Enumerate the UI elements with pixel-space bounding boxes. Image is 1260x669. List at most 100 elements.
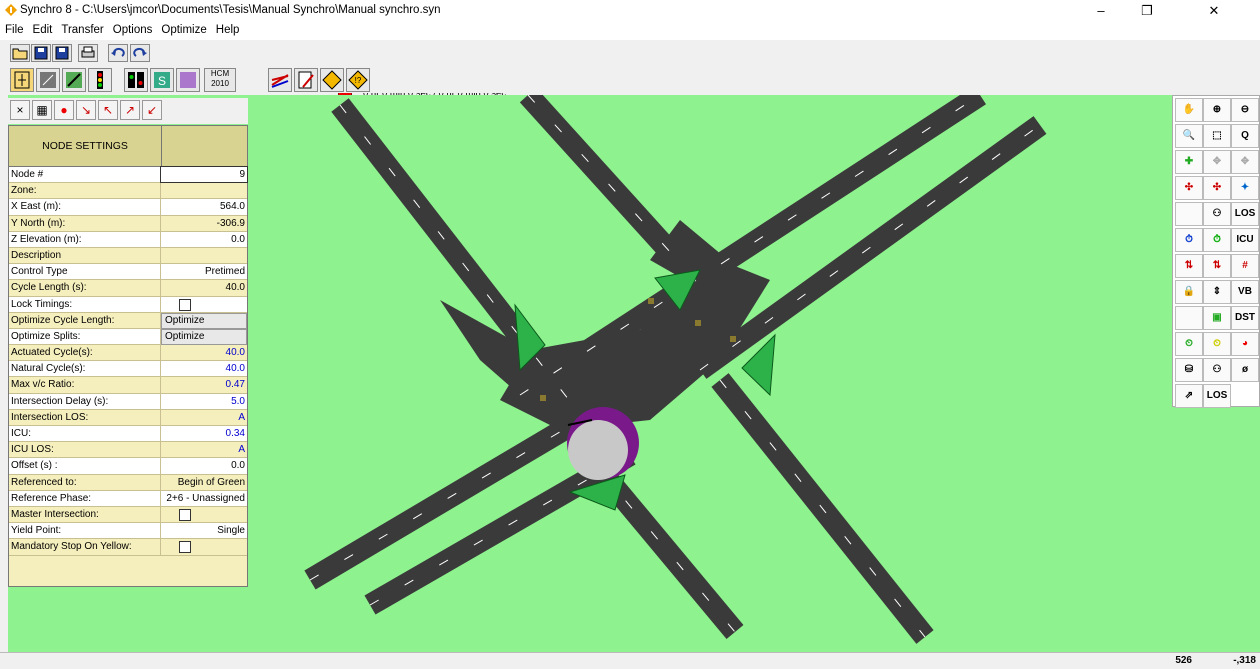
setting-value[interactable]: Begin of Green bbox=[161, 474, 247, 490]
lock-icon[interactable]: 🔒 bbox=[1175, 280, 1203, 304]
simulation-settings-icon[interactable]: S bbox=[150, 68, 174, 92]
setting-value[interactable]: 40.0 bbox=[161, 345, 247, 361]
zoom-all-icon[interactable]: 🔍 bbox=[1175, 124, 1203, 148]
lane-settings-icon[interactable] bbox=[36, 68, 60, 92]
setting-label: Offset (s) : bbox=[9, 458, 161, 474]
minimize-button[interactable]: – bbox=[1078, 0, 1124, 22]
transform-icon[interactable]: ✣ bbox=[1203, 176, 1231, 200]
timer-blue-icon[interactable]: ⏱ bbox=[1175, 228, 1203, 252]
coordinatability-icon[interactable] bbox=[268, 68, 292, 92]
volume-settings-icon[interactable] bbox=[62, 68, 86, 92]
setting-value[interactable]: 0.34 bbox=[161, 426, 247, 442]
arrow-se-icon[interactable]: ↘ bbox=[76, 100, 96, 120]
optimize-button[interactable]: Optimize bbox=[161, 328, 247, 345]
zoom-window-icon[interactable]: ⬚ bbox=[1203, 124, 1231, 148]
arrow-nw-icon[interactable]: ↖ bbox=[98, 100, 118, 120]
setting-value[interactable]: Single bbox=[161, 523, 247, 539]
grid-view-icon[interactable]: ▦ bbox=[32, 100, 52, 120]
setting-checkbox-cell[interactable] bbox=[161, 296, 247, 312]
setting-value[interactable]: 40.0 bbox=[161, 280, 247, 296]
menu-file[interactable]: File bbox=[0, 22, 28, 36]
optimize-button[interactable]: Optimize bbox=[161, 312, 247, 329]
phasing-settings-icon[interactable] bbox=[124, 68, 148, 92]
setting-value[interactable]: -306.9 bbox=[161, 215, 247, 231]
restore-button[interactable]: ❐ bbox=[1124, 0, 1170, 22]
setting-value[interactable]: 0.0 bbox=[161, 231, 247, 247]
save-icon[interactable] bbox=[31, 44, 51, 62]
setting-value[interactable]: 40.0 bbox=[161, 361, 247, 377]
menu-options[interactable]: Options bbox=[108, 22, 157, 36]
vb-button[interactable]: VB bbox=[1231, 280, 1259, 304]
phase-button[interactable]: ø bbox=[1231, 358, 1259, 382]
warning-sign-icon[interactable]: !? bbox=[346, 68, 370, 92]
timing-settings-icon[interactable] bbox=[88, 68, 112, 92]
arrow-sw-icon[interactable]: ↙ bbox=[142, 100, 162, 120]
delete-node-icon[interactable]: ✥ bbox=[1231, 150, 1259, 174]
reports-icon[interactable] bbox=[294, 68, 318, 92]
setting-value[interactable]: 0.47 bbox=[161, 377, 247, 393]
background-icon[interactable]: ✦ bbox=[1231, 176, 1259, 200]
open-icon[interactable] bbox=[10, 44, 30, 62]
lane-green-icon[interactable]: ⇅ bbox=[1203, 254, 1231, 278]
warrants-icon[interactable] bbox=[320, 68, 344, 92]
menu-edit[interactable]: Edit bbox=[28, 22, 57, 36]
node-number-icon[interactable]: # bbox=[1231, 254, 1259, 278]
add-node-icon[interactable]: ✚ bbox=[1175, 150, 1203, 174]
print-icon[interactable] bbox=[78, 44, 98, 62]
vehicle-icon[interactable]: ⚇ bbox=[1203, 202, 1231, 226]
cylinder-icon[interactable]: ⛁ bbox=[1175, 358, 1203, 382]
setting-checkbox-cell[interactable] bbox=[161, 539, 247, 555]
node-settings-icon[interactable] bbox=[10, 68, 34, 92]
sort-icon[interactable]: ⇕ bbox=[1203, 280, 1231, 304]
add-link-icon[interactable]: ✣ bbox=[1175, 176, 1203, 200]
zoom-in-icon[interactable]: ⊕ bbox=[1203, 98, 1231, 122]
node-dot-icon[interactable]: ● bbox=[54, 100, 74, 120]
setting-value[interactable]: 564.0 bbox=[161, 199, 247, 215]
blank-tool-1[interactable] bbox=[1175, 202, 1203, 226]
setting-value[interactable]: A bbox=[161, 442, 247, 458]
setting-checkbox[interactable] bbox=[179, 298, 191, 311]
setting-value[interactable] bbox=[161, 247, 247, 264]
menu-optimize[interactable]: Optimize bbox=[156, 22, 210, 36]
setting-checkbox[interactable] bbox=[179, 508, 191, 521]
menu-transfer[interactable]: Transfer bbox=[56, 22, 107, 36]
undo-icon[interactable] bbox=[108, 44, 128, 62]
arrow-ne-icon[interactable]: ↗ bbox=[120, 100, 140, 120]
close-button[interactable]: ✕ bbox=[1170, 0, 1258, 22]
setting-value[interactable]: A bbox=[161, 409, 247, 425]
lane-red-icon[interactable]: ⇅ bbox=[1175, 254, 1203, 278]
graph-icon[interactable]: ▣ bbox=[1203, 306, 1231, 330]
setting-value[interactable]: 5.0 bbox=[161, 393, 247, 409]
setting-value[interactable]: 0.0 bbox=[161, 458, 247, 474]
setting-value[interactable]: Pretimed bbox=[161, 264, 247, 280]
save-as-icon[interactable] bbox=[52, 44, 72, 62]
setting-checkbox-cell[interactable] bbox=[161, 506, 247, 523]
blank-tool-2[interactable] bbox=[1175, 306, 1203, 330]
setting-button-cell[interactable]: Optimize bbox=[161, 328, 247, 345]
los-button-1[interactable]: LOS bbox=[1231, 202, 1259, 226]
los-button-2[interactable]: LOS bbox=[1203, 384, 1231, 408]
setting-value[interactable]: 2+6 - Unassigned bbox=[161, 490, 247, 506]
zoom-scale-icon[interactable]: Q bbox=[1231, 124, 1259, 148]
icu-button[interactable]: ICU bbox=[1231, 228, 1259, 252]
setting-checkbox[interactable] bbox=[179, 541, 191, 554]
signal-yellow-icon[interactable]: ⏲ bbox=[1203, 332, 1231, 356]
setting-value[interactable]: 9 bbox=[160, 165, 248, 184]
move-node-icon[interactable]: ✥ bbox=[1203, 150, 1231, 174]
detector-settings-icon[interactable] bbox=[176, 68, 200, 92]
close-panel-icon[interactable]: × bbox=[10, 100, 30, 120]
hcm-2010-button[interactable]: HCM 2010 bbox=[204, 68, 236, 92]
zoom-out-icon[interactable]: ⊖ bbox=[1231, 98, 1259, 122]
dst-button[interactable]: DST bbox=[1231, 306, 1259, 330]
timer-green-icon[interactable]: ⏱ bbox=[1203, 228, 1231, 252]
signal-timer-icon[interactable]: ⏲ bbox=[1175, 332, 1203, 356]
menu-help[interactable]: Help bbox=[211, 22, 244, 36]
setting-label: Node # bbox=[9, 167, 161, 183]
pan-hand-icon[interactable]: ✋ bbox=[1175, 98, 1203, 122]
arrival-icon[interactable]: ⇗ bbox=[1175, 384, 1203, 408]
redo-icon[interactable] bbox=[130, 44, 150, 62]
pie-chart-icon[interactable]: ◕ bbox=[1231, 332, 1259, 356]
queue-icon[interactable]: ⚇ bbox=[1203, 358, 1231, 382]
setting-value[interactable] bbox=[161, 183, 247, 199]
setting-button-cell[interactable]: Optimize bbox=[161, 312, 247, 329]
